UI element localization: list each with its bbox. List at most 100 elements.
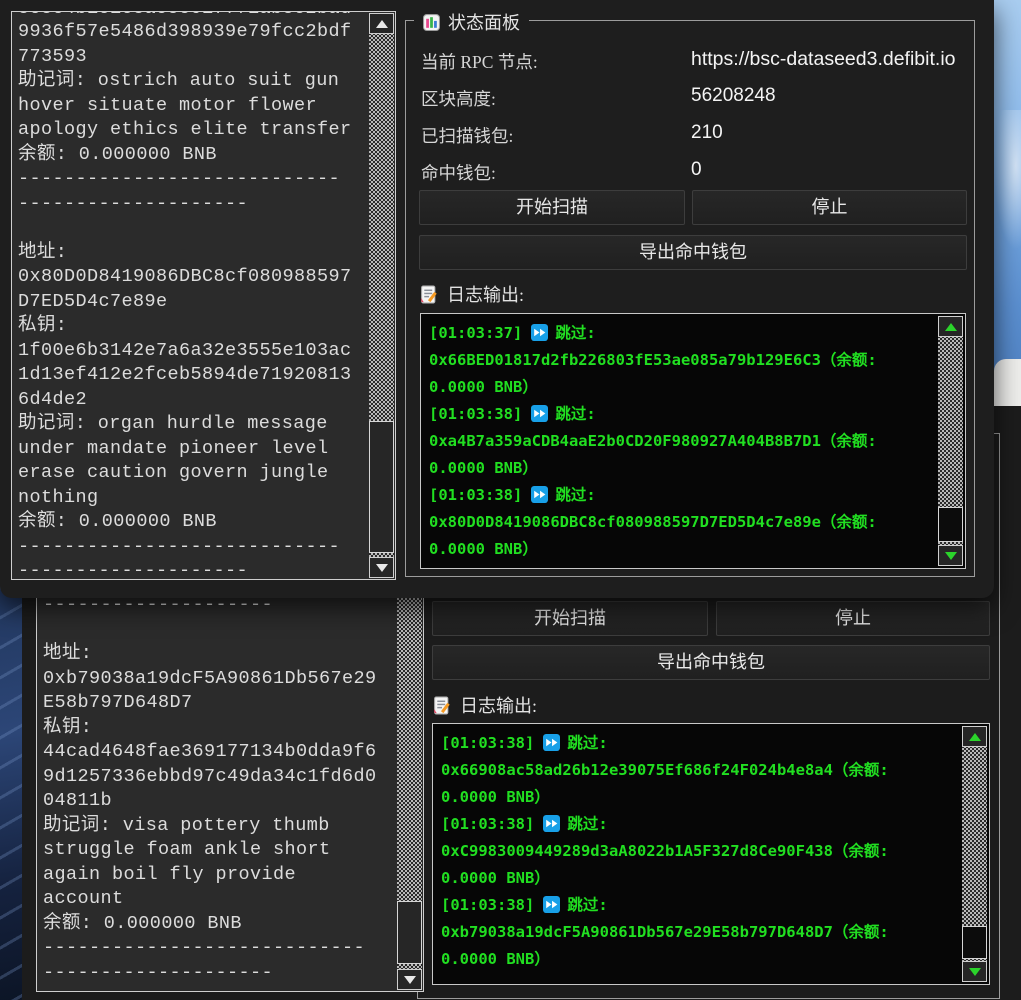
scroll-down-button[interactable] [962, 961, 987, 982]
wallet-text-line: 地址: [43, 642, 395, 667]
wallet-text-line: 1d13ef412e2fceb5894de71920813 [18, 363, 367, 388]
wallet-text-line: E58b797D648D7 [43, 691, 395, 716]
skip-fastforward-icon [531, 485, 548, 502]
log-balance-line: 0.0000 BNB） [429, 455, 933, 482]
wallet-scrollbar[interactable] [397, 572, 422, 990]
scroll-up-button[interactable] [938, 316, 963, 337]
scroll-down-button[interactable] [369, 557, 394, 578]
scroll-down-button[interactable] [938, 545, 963, 566]
wallet-list-textarea[interactable]: 8e8c4b1c1c8ae8e0177f1ab8c2bad 9936f57e54… [11, 11, 396, 580]
wallet-text-line: account [43, 887, 395, 912]
start-scan-button[interactable]: 开始扫描 [419, 190, 685, 225]
log-output-label: 日志输出: [447, 281, 524, 307]
log-balance-line: 0.0000 BNB） [429, 374, 933, 401]
log-timestamp: [01:03:38] [429, 405, 522, 423]
cloud-shape [994, 110, 1021, 250]
log-entry: [01:03:37]跳过: 0x66BED01817d2fb226803fE53… [429, 320, 933, 401]
log-timestamp: [01:03:38] [441, 815, 534, 833]
clipped-text-line: 8e8c4b1c1c8ae8e0177f1ab8c2bad [18, 12, 367, 20]
log-entry-header: [01:03:38] 跳过: [441, 892, 957, 919]
stop-button[interactable]: 停止 [692, 190, 967, 225]
wallet-text-line: 助记词: visa pottery thumb [43, 814, 395, 839]
block-height-value: 56208248 [691, 85, 776, 107]
log-balance-line: 0.0000 BNB） [441, 865, 957, 892]
log-address-line: 0x80D0D8419086DBC8cf080988597D7ED5D4c7e8… [429, 509, 933, 536]
wallet-text-line: 私钥: [18, 314, 367, 339]
log-action: 跳过: [555, 324, 595, 342]
wallet-scrollbar[interactable] [369, 13, 394, 578]
stop-button[interactable]: 停止 [716, 601, 990, 636]
wallet-text-line [18, 216, 367, 241]
wallet-list-text: --------------------地址:0xb79038a19dcF5A9… [43, 593, 395, 991]
log-entry: [01:03:38]跳过: 0x80D0D8419086DBC8cf080988… [429, 482, 933, 563]
log-output-label-row: 日志输出: [419, 281, 524, 307]
arrow-down-icon [945, 552, 957, 560]
log-address-line: 0xb79038a19dcF5A90861Db567e29E58b797D648… [441, 919, 957, 946]
hit-wallets-value: 0 [691, 159, 702, 181]
log-entry-header: [01:03:37] 跳过: [429, 320, 933, 347]
log-entry-header: [01:03:38]跳过: [429, 482, 933, 509]
wallet-text-line: 余额: 0.000000 BNB [18, 510, 367, 535]
status-panel-legend: 状态面板 [414, 9, 529, 35]
scrollbar-thumb[interactable] [962, 926, 987, 959]
scrollbar-thumb[interactable] [397, 901, 422, 964]
wallpaper-sky [994, 0, 1021, 406]
log-entry-header: [01:03:38] 跳过: [429, 401, 933, 428]
block-height-label: 区块高度: [421, 86, 681, 111]
start-scan-button[interactable]: 开始扫描 [432, 601, 708, 636]
wallet-text-line: -------------------- [18, 559, 367, 579]
wallet-text-line: 9936f57e5486d398939e79fcc2bdf [18, 20, 367, 45]
wallet-text-line: erase caution govern jungle [18, 461, 367, 486]
wallet-text-line: 9d1257336ebbd97c49da34c1fd6d0 [43, 765, 395, 790]
scrollbar-thumb[interactable] [369, 421, 394, 553]
log-entry-header: [01:03:38]跳过: [441, 730, 957, 757]
wallet-list-textarea[interactable]: --------------------地址:0xb79038a19dcF5A9… [36, 570, 424, 992]
wallet-text-line: 余额: 0.000000 BNB [18, 143, 367, 168]
wallet-text-line: again boil fly provide [43, 863, 395, 888]
scroll-up-button[interactable] [369, 13, 394, 34]
wallet-text-line: struggle foam ankle short [43, 838, 395, 863]
scroll-up-button[interactable] [962, 726, 987, 747]
skip-fastforward-icon [543, 895, 560, 912]
status-groupbox: 状态面板 当前 RPC 节点: https://bsc-dataseed3.de… [405, 20, 975, 577]
skip-fastforward-icon [531, 404, 548, 421]
log-timestamp: [01:03:38] [441, 734, 534, 752]
wallet-text-line: 余额: 0.000000 BNB [43, 912, 395, 937]
log-timestamp: [01:03:38] [441, 896, 534, 914]
wallet-text-line: -------------------- [18, 192, 367, 217]
log-scrollbar[interactable] [938, 316, 963, 566]
log-entry: [01:03:38]跳过: 0x66908ac58ad26b12e39075Ef… [441, 730, 957, 811]
log-action: 跳过: [555, 405, 595, 423]
wallet-text-lines: 9936f57e5486d398939e79fcc2bdf773593助记词: … [18, 20, 367, 579]
log-scrollbar[interactable] [962, 726, 987, 982]
log-text: [01:03:38] 跳过: 0x66908ac58ad26b12e39075Ef… [441, 730, 957, 982]
log-output-label: 日志输出: [460, 692, 537, 718]
log-timestamp: [01:03:37] [429, 324, 522, 342]
arrow-up-icon [945, 323, 957, 331]
scrollbar-thumb[interactable] [938, 507, 963, 542]
log-output-label-row: 日志输出: [432, 692, 537, 718]
log-address-line: 0x66908ac58ad26b12e39075Ef686f24F024b4e8… [441, 757, 957, 784]
wallet-text-line: -------------------- [43, 961, 395, 986]
log-action: 跳过: [555, 486, 595, 504]
bar-chart-icon [423, 14, 440, 31]
scroll-down-button[interactable] [397, 969, 422, 990]
wallet-text-line: 私钥: [43, 716, 395, 741]
wallet-text-line [43, 618, 395, 643]
log-balance-line: 0.0000 BNB） [429, 536, 933, 563]
wallet-text-line: 6d4de2 [18, 388, 367, 413]
wallet-text-line: 1f00e6b3142e7a6a32e3555e103ac [18, 339, 367, 364]
arrow-up-icon [376, 20, 388, 28]
wallet-list-text: 8e8c4b1c1c8ae8e0177f1ab8c2bad 9936f57e54… [18, 12, 367, 579]
wallet-text-line: 助记词: ostrich auto suit gun [18, 69, 367, 94]
memo-icon [419, 285, 438, 304]
export-hits-button[interactable]: 导出命中钱包 [432, 645, 990, 680]
log-entry-header: [01:03:38]跳过: [441, 811, 957, 838]
log-output-textarea[interactable]: [01:03:38] 跳过: 0x66908ac58ad26b12e39075Ef… [432, 723, 990, 985]
wallet-text-line: hover situate motor flower [18, 94, 367, 119]
export-hits-button[interactable]: 导出命中钱包 [419, 235, 967, 270]
log-action: 跳过: [567, 896, 607, 914]
log-output-textarea[interactable]: [01:03:37]跳过: 0x66BED01817d2fb226803fE53… [420, 313, 966, 569]
rpc-node-value: https://bsc-dataseed3.defibit.io [691, 48, 956, 71]
arrow-down-icon [376, 564, 388, 572]
